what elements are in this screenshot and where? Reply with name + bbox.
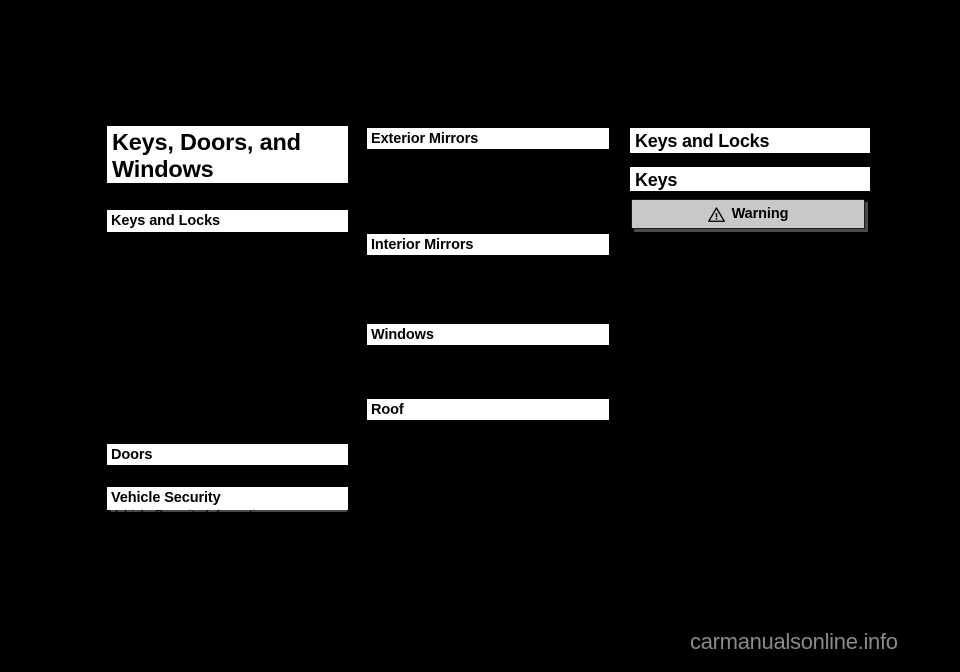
section-heading-roof: Roof <box>367 399 609 420</box>
warning-triangle-icon <box>707 206 725 222</box>
cut-off-text-line: Vehicle Security Information <box>109 508 347 512</box>
section-heading-doors: Doors <box>107 444 348 465</box>
section-heading-keys-and-locks-body: Keys and Locks <box>630 128 870 153</box>
section-heading-exterior-mirrors: Exterior Mirrors <box>367 128 609 149</box>
warning-label: Warning <box>731 205 789 222</box>
manual-page: Keys, Doors, and Windows Keys and Locks … <box>0 0 960 672</box>
section-heading-windows: Windows <box>367 324 609 345</box>
site-watermark: carmanualsonline.info <box>690 629 898 654</box>
section-heading-keys-and-locks: Keys and Locks <box>107 210 348 232</box>
section-heading-vehicle-security: Vehicle Security <box>107 487 348 510</box>
section-heading-interior-mirrors: Interior Mirrors <box>367 234 609 255</box>
warning-callout: Warning <box>631 199 865 229</box>
chapter-title: Keys, Doors, and Windows <box>107 126 348 183</box>
subsection-heading-keys: Keys <box>630 167 870 191</box>
